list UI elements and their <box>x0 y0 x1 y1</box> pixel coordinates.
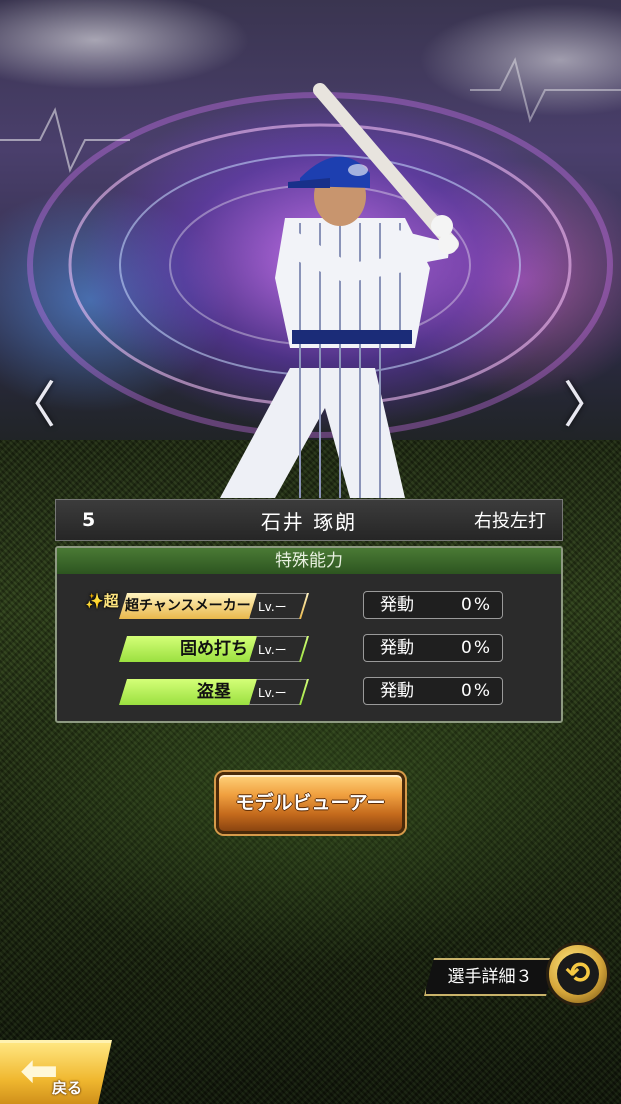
super-badge-icon: ✨超 <box>85 592 119 610</box>
next-player-arrow[interactable]: 〉 <box>563 380 613 430</box>
player-illustration <box>220 83 459 498</box>
swap-page-button[interactable]: ⟲ <box>546 942 610 1006</box>
ability-row: 盗塁 Lv.ー 発動 0% <box>57 677 561 709</box>
ability-level: Lv.ー <box>249 636 307 662</box>
prev-player-arrow[interactable]: 〈 <box>6 380 56 430</box>
activation-rate: 0% <box>461 595 492 615</box>
activation-rate: 0% <box>461 681 492 701</box>
ability-activation: 発動 0% <box>363 677 503 705</box>
ability-level: Lv.ー <box>249 593 307 619</box>
ability-activation: 発動 0% <box>363 591 503 619</box>
player-detail-3-button[interactable]: 選手詳細３ <box>424 958 556 996</box>
throw-bat-hand: 右投左打 <box>474 511 546 532</box>
activation-label: 発動 <box>380 681 414 701</box>
ability-row: 固め打ち Lv.ー 発動 0% <box>57 634 561 666</box>
activation-label: 発動 <box>380 638 414 658</box>
player-name-bar: 5 石井 琢朗 右投左打 <box>55 499 563 541</box>
ability-level: Lv.ー <box>249 679 307 705</box>
activation-rate: 0% <box>461 638 492 658</box>
ability-activation: 発動 0% <box>363 634 503 662</box>
back-button[interactable]: ⬅ 戻る <box>0 1040 112 1104</box>
abilities-header: 特殊能力 <box>57 548 561 574</box>
special-abilities-panel: 特殊能力 超チャンスメーカー ✨超 Lv.ー 発動 0% 固め打ち Lv.ー 発… <box>55 546 563 723</box>
model-viewer-button[interactable]: モデルビューアー <box>216 772 405 834</box>
back-label: 戻る <box>52 1079 83 1097</box>
activation-label: 発動 <box>380 595 414 615</box>
swap-icon: ⟲ <box>557 953 599 995</box>
ability-row: 超チャンスメーカー ✨超 Lv.ー 発動 0% <box>57 591 561 623</box>
